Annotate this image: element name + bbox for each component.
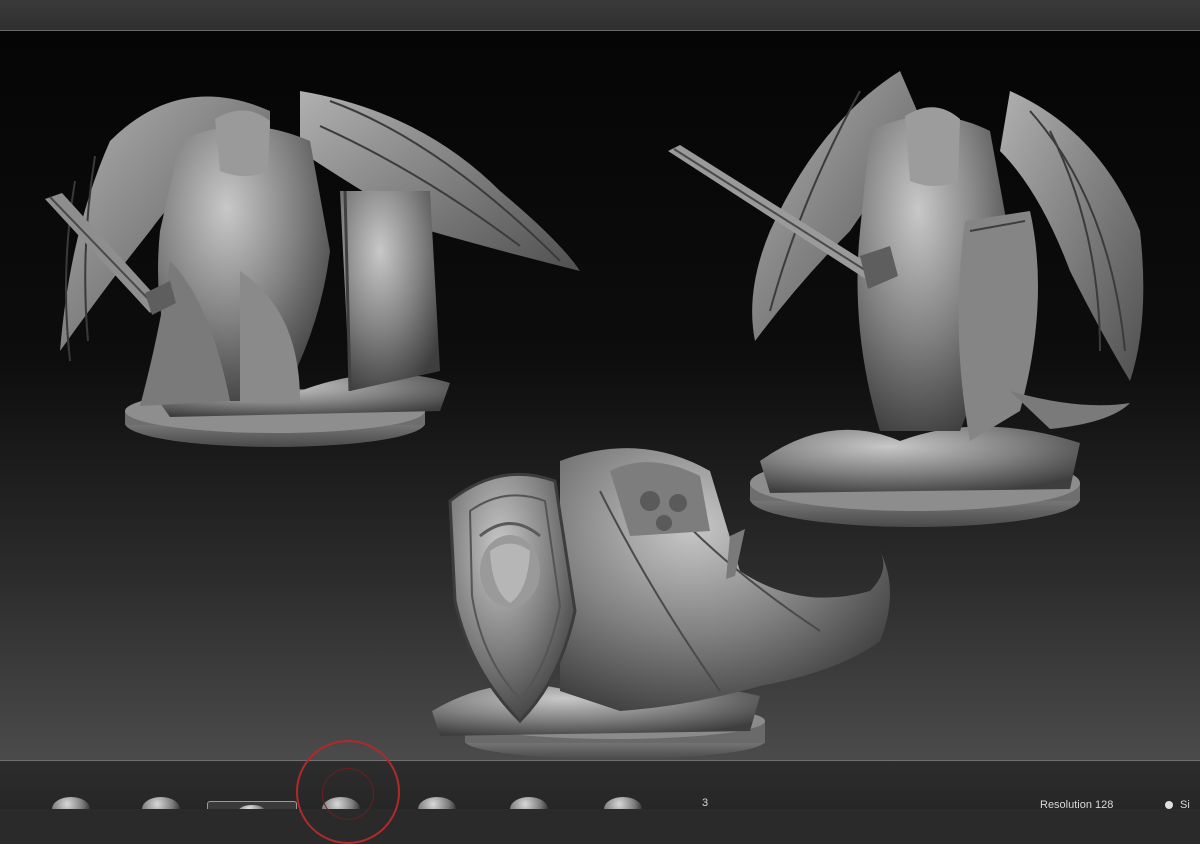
top-toolbar-strip [0, 0, 1200, 31]
smooth-brush-icon[interactable] [604, 797, 642, 809]
clay-brush-icon[interactable] [52, 797, 90, 809]
brush-shelf: 3 Resolution 128 Si [0, 761, 1200, 809]
winged-knight-right[interactable] [668, 71, 1144, 527]
dam-standard-brush-icon[interactable] [418, 797, 456, 809]
sculpt-render [45, 71, 1144, 759]
sim-label: Si [1180, 799, 1190, 809]
pinch-brush-icon[interactable] [510, 797, 548, 809]
resolution-readout: Resolution 128 [1040, 799, 1114, 809]
document-canvas[interactable] [0, 31, 1200, 761]
simulation-icon[interactable] [1165, 801, 1173, 809]
brush-count-label: 3 [702, 797, 709, 809]
winged-knight-left[interactable] [45, 91, 580, 447]
standard-brush-icon[interactable] [207, 801, 297, 809]
move-brush-icon[interactable] [142, 797, 180, 809]
brush-focal-ring [322, 768, 374, 820]
